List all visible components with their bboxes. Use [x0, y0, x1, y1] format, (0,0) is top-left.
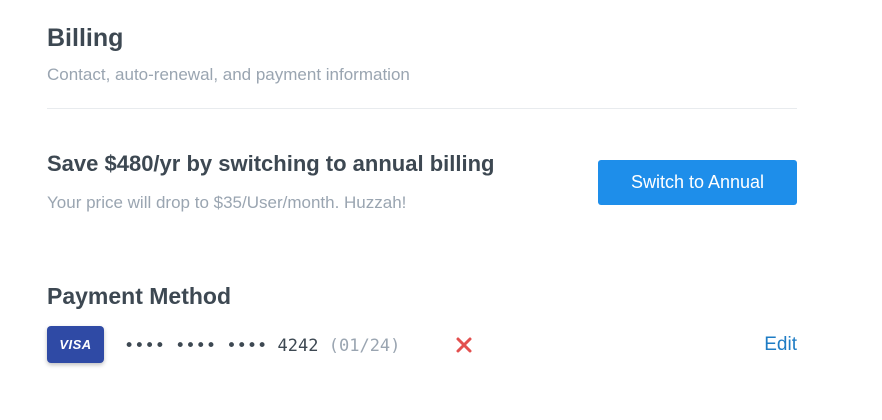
section-divider [47, 108, 797, 109]
payment-method-title: Payment Method [47, 283, 232, 309]
card-expiry: (01/24) [328, 336, 401, 356]
annual-promo-title: Save $480/yr by switching to annual bill… [47, 151, 495, 176]
card-last4: 4242 [277, 336, 319, 356]
switch-to-annual-button[interactable]: Switch to Annual [598, 160, 797, 205]
card-number: •••• •••• •••• 4242 (01/24) [124, 335, 400, 357]
edit-payment-link[interactable]: Edit [764, 333, 797, 357]
page-title: Billing [47, 24, 124, 52]
annual-promo-subtitle: Your price will drop to $35/User/month. … [47, 193, 407, 212]
payment-method-row: VISA •••• •••• •••• 4242 (01/24) Edit [47, 326, 797, 364]
page-subtitle: Contact, auto-renewal, and payment infor… [47, 65, 410, 84]
visa-card-icon: VISA [47, 326, 104, 363]
card-number-mask: •••• •••• •••• [124, 336, 268, 356]
close-icon[interactable] [454, 335, 474, 355]
